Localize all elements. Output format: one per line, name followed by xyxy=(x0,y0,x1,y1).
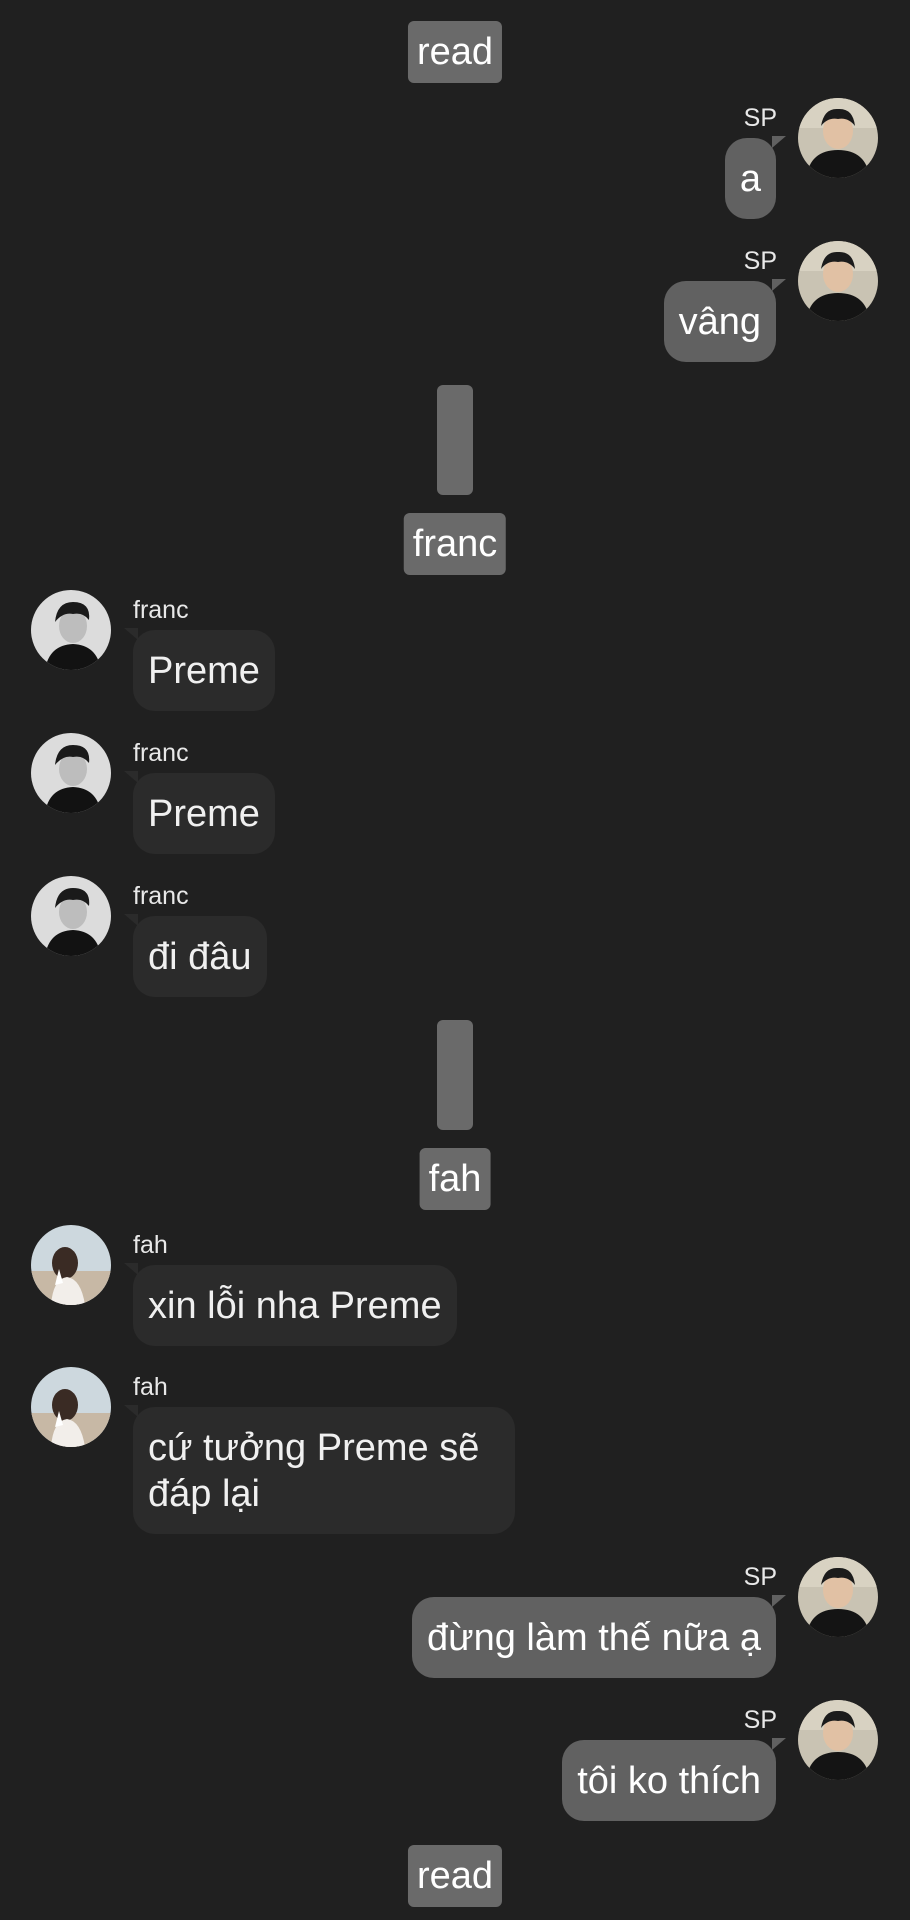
sender-name: fah xyxy=(133,1231,168,1259)
sender-name: franc xyxy=(133,739,189,767)
conversation-divider-bar xyxy=(437,385,473,495)
message-bubble[interactable]: a xyxy=(724,138,776,219)
franc-avatar-icon[interactable] xyxy=(31,590,111,670)
franc-avatar-icon[interactable] xyxy=(31,876,111,956)
message-bubble[interactable]: xin lỗi nha Preme xyxy=(133,1265,457,1346)
chat-message-sp[interactable]: SP đừng làm thế nữa ạ xyxy=(0,1557,910,1678)
message-bubble[interactable]: tôi ko thích xyxy=(562,1740,776,1821)
chat-message-fah[interactable]: fah xin lỗi nha Preme xyxy=(0,1225,910,1346)
bubble-tail xyxy=(124,1263,138,1275)
chat-message-fah[interactable]: fah cứ tưởng Preme sẽ đáp lại xyxy=(0,1367,910,1537)
chat-message-franc[interactable]: franc Preme xyxy=(0,590,910,711)
chat-message-sp[interactable]: SP tôi ko thích xyxy=(0,1700,910,1821)
chat-message-sp[interactable]: SP vâng xyxy=(0,241,910,362)
read-separator-bottom: read xyxy=(407,1845,503,1907)
chat-message-franc[interactable]: franc đi đâu xyxy=(0,876,910,997)
sender-name: SP xyxy=(743,1563,777,1591)
sender-name: SP xyxy=(743,247,777,275)
message-bubble[interactable]: cứ tưởng Preme sẽ đáp lại xyxy=(133,1407,515,1534)
bubble-tail xyxy=(124,771,138,783)
message-bubble[interactable]: Preme xyxy=(133,773,275,854)
bubble-tail xyxy=(772,1595,786,1607)
franc-avatar-icon[interactable] xyxy=(31,733,111,813)
sender-name: franc xyxy=(133,596,189,624)
sp-avatar-icon[interactable] xyxy=(798,1700,878,1780)
fah-avatar-icon[interactable] xyxy=(31,1225,111,1305)
bubble-tail xyxy=(124,914,138,926)
chat-message-sp[interactable]: SP a xyxy=(0,98,910,219)
bubble-tail xyxy=(124,628,138,640)
bubble-tail xyxy=(772,279,786,291)
fah-avatar-icon[interactable] xyxy=(31,1367,111,1447)
sender-name: SP xyxy=(743,1706,777,1734)
message-bubble[interactable]: đừng làm thế nữa ạ xyxy=(412,1597,776,1678)
sp-avatar-icon[interactable] xyxy=(798,1557,878,1637)
sp-avatar-icon[interactable] xyxy=(798,241,878,321)
message-bubble[interactable]: vâng xyxy=(663,281,776,362)
sender-name: fah xyxy=(133,1373,168,1401)
bubble-tail xyxy=(772,1738,786,1750)
sender-name: franc xyxy=(133,882,189,910)
message-bubble[interactable]: đi đâu xyxy=(133,916,267,997)
bubble-tail xyxy=(124,1405,138,1417)
sp-avatar-icon[interactable] xyxy=(798,98,878,178)
franc-separator: franc xyxy=(403,513,507,575)
fah-separator: fah xyxy=(419,1148,491,1210)
read-separator-top: read xyxy=(407,21,503,83)
message-bubble[interactable]: Preme xyxy=(133,630,275,711)
chat-message-franc[interactable]: franc Preme xyxy=(0,733,910,854)
sender-name: SP xyxy=(743,104,777,132)
conversation-divider-bar xyxy=(437,1020,473,1130)
bubble-tail xyxy=(772,136,786,148)
